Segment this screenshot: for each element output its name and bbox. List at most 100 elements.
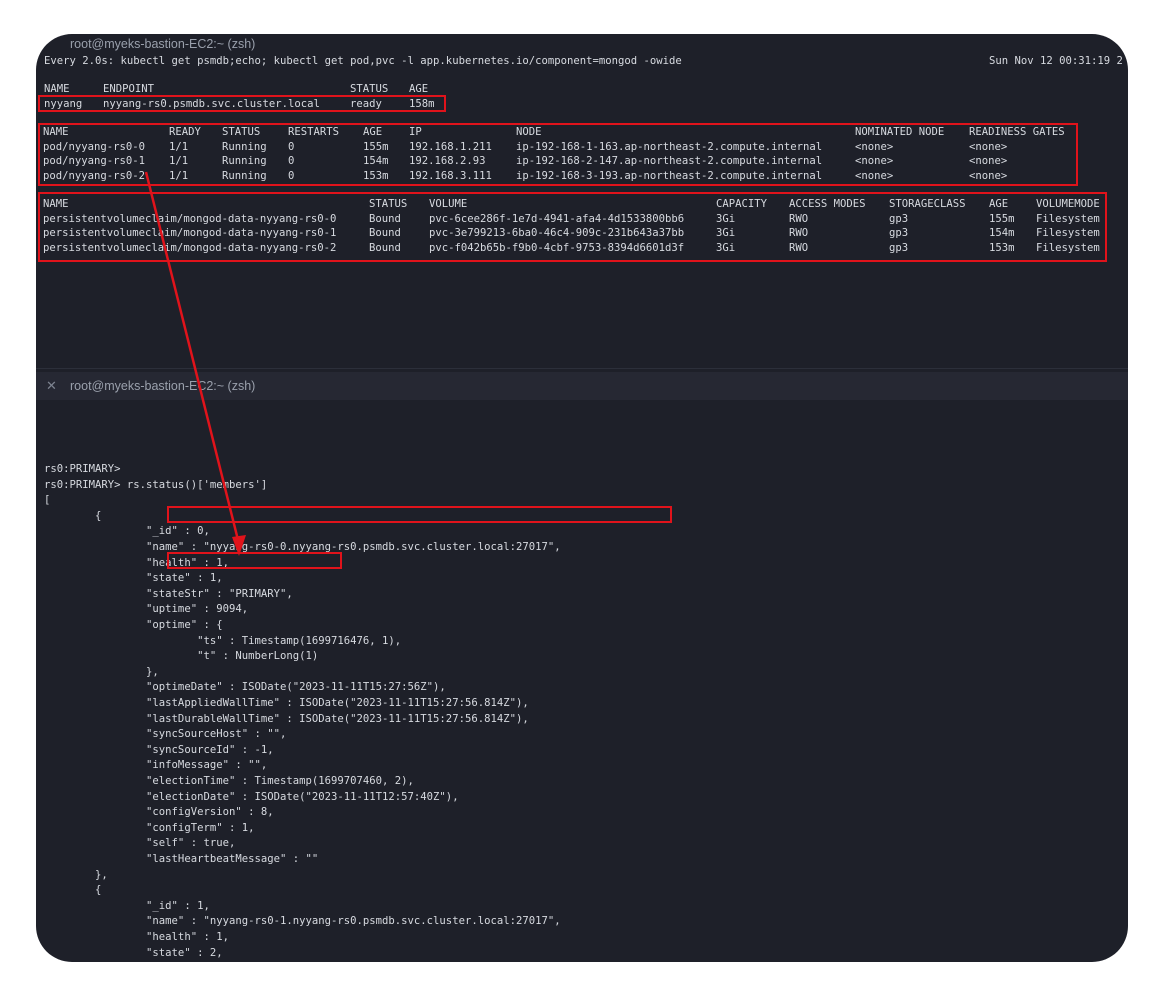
shell-output-line: "ts" : Timestamp(1699716476, 1),	[44, 634, 402, 647]
pod-cell: <none>	[855, 169, 894, 182]
pod-cell: 1/1	[169, 169, 189, 182]
shell-output-line: "_id" : 0,	[44, 525, 210, 538]
psmdb-cell: ready	[350, 97, 382, 110]
pvc-cell: RWO	[789, 241, 809, 254]
psmdb-cell: 158m	[409, 97, 435, 110]
pvc-cell: pvc-3e799213-6ba0-46c4-909c-231b643a37bb	[429, 227, 685, 239]
psmdb-row: nyyang nyyang-rs0.psmdb.svc.cluster.local…	[36, 97, 1128, 111]
pod-cell: NODE	[516, 126, 542, 138]
pod-cell: NOMINATED NODE	[855, 126, 945, 138]
pod-header-row: NAME READY STATUS RESTARTS AGE IP NODE NOMINATE…	[36, 125, 1128, 139]
pod-cell: pod/nyyang-rs0-1	[43, 155, 146, 167]
pod-cell: 153m	[363, 169, 389, 182]
pvc-cell: Filesystem	[1036, 212, 1100, 225]
pvc-row: persistentvolumeclaim/mongod-data-nyyang…	[36, 241, 1128, 255]
pvc-cell: AGE	[989, 198, 1009, 210]
shell-output-line: "lastAppliedWallTime" : ISODate("2023-11…	[44, 697, 529, 709]
pvc-cell: Bound	[369, 212, 401, 225]
pvc-cell: 154m	[989, 227, 1015, 239]
pvc-cell: RWO	[789, 227, 809, 239]
shell-output-line: "syncSourceId" : -1,	[44, 743, 274, 756]
pod-cell: ip-192-168-3-193.ap-northeast-2.compute.…	[516, 169, 823, 182]
psmdb-header-row: NAME ENDPOINT STATUS AGE	[36, 82, 1128, 96]
pvc-cell: persistentvolumeclaim/mongod-data-nyyang…	[43, 212, 337, 225]
shell-output-line: "state" : 2,	[44, 946, 223, 959]
pvc-cell: pvc-f042b65b-f9b0-4cbf-9753-8394d6601d3f	[429, 241, 685, 254]
bottom-pane-title: root@myeks-bastion-EC2:~ (zsh)	[70, 379, 256, 393]
shell-output-line: "health" : 1,	[44, 556, 229, 569]
pod-cell: pod/nyyang-rs0-2	[43, 169, 146, 182]
pvc-cell: VOLUMEMODE	[1036, 198, 1100, 210]
bottom-terminal-pane[interactable]: ✕ root@myeks-bastion-EC2:~ (zsh) rs0:PRI…	[36, 368, 1128, 962]
shell-output-line: "t" : NumberLong(1)	[44, 650, 319, 663]
pvc-cell: STATUS	[369, 198, 408, 210]
shell-output-line: "lastHeartbeatMessage" : ""	[44, 853, 319, 865]
shell-output-line: "electionTime" : Timestamp(1699707460, 2…	[44, 775, 414, 787]
pvc-cell: CAPACITY	[716, 198, 768, 210]
pod-cell: Running	[222, 140, 267, 153]
pvc-cell: persistentvolumeclaim/mongod-data-nyyang…	[43, 241, 337, 254]
shell-output-line: "stateStr" : "PRIMARY",	[44, 587, 293, 600]
pvc-cell: Filesystem	[1036, 241, 1100, 254]
shell-output-line: "uptime" : 9094,	[44, 603, 249, 616]
pod-cell: Running	[222, 155, 267, 167]
shell-output-line: "infoMessage" : "",	[44, 759, 268, 772]
pod-cell: <none>	[969, 155, 1008, 167]
pvc-cell: pvc-6cee286f-1e7d-4941-afa4-4d1533800bb6	[429, 212, 685, 225]
shell-output-line: "configTerm" : 1,	[44, 821, 255, 834]
pod-cell: 155m	[363, 140, 389, 153]
shell-output-line: },	[44, 665, 159, 678]
primary-name-highlight	[167, 506, 672, 523]
pvc-cell: VOLUME	[429, 198, 468, 210]
pod-cell: RESTARTS	[288, 126, 340, 138]
shell-output-line: "configVersion" : 8,	[44, 806, 274, 819]
pvc-cell: RWO	[789, 212, 809, 225]
shell-output-line: "stateStr" : "SECONDARY",	[44, 961, 306, 962]
pod-cell: 192.168.3.111	[409, 169, 492, 182]
top-pane-title: root@myeks-bastion-EC2:~ (zsh)	[70, 37, 256, 51]
psmdb-cell: nyyang-rs0.psmdb.svc.cluster.local	[103, 97, 320, 110]
close-pane-icon[interactable]: ✕	[46, 372, 57, 400]
pvc-cell: Bound	[369, 227, 401, 239]
pvc-cell: 3Gi	[716, 227, 736, 239]
pvc-cell: Filesystem	[1036, 227, 1100, 239]
pod-cell: 154m	[363, 155, 389, 167]
shell-output-line: "_id" : 1,	[44, 899, 210, 912]
watch-command-line: Every 2.0s: kubectl get psmdb;echo; kube…	[44, 55, 682, 67]
shell-output-line: "name" : "nyyang-rs0-1.nyyang-rs0.psmdb.…	[44, 915, 561, 928]
pvc-row: persistentvolumeclaim/mongod-data-nyyang…	[36, 226, 1128, 240]
pod-cell: 0	[288, 155, 295, 167]
pvc-cell: STORAGECLASS	[889, 198, 966, 210]
pvc-cell: gp3	[889, 241, 909, 254]
pod-cell: 0	[288, 140, 295, 153]
shell-output-line: },	[44, 868, 108, 881]
pod-cell: 192.168.2.93	[409, 155, 486, 167]
psmdb-cell: AGE	[409, 83, 429, 95]
pvc-cell: ACCESS MODES	[789, 198, 866, 210]
shell-output-line: "electionDate" : ISODate("2023-11-11T12:…	[44, 790, 459, 803]
watch-timestamp: Sun Nov 12 00:31:19 2	[989, 55, 1123, 67]
pod-row: pod/nyyang-rs0-1 1/1 Running 0 154m 192.168.2…	[36, 154, 1128, 168]
pod-cell: STATUS	[222, 126, 261, 138]
pod-cell: ip-192-168-1-163.ap-northeast-2.compute.…	[516, 140, 823, 153]
pod-cell: <none>	[855, 155, 894, 167]
shell-output-line: "name" : "nyyang-rs0-0.nyyang-rs0.psmdb.…	[44, 541, 561, 553]
shell-output-line: "state" : 1,	[44, 572, 223, 585]
pvc-cell: 3Gi	[716, 212, 736, 225]
psmdb-cell: NAME	[44, 83, 70, 95]
pod-cell: 1/1	[169, 155, 189, 167]
terminal-window: root@myeks-bastion-EC2:~ (zsh) Every 2.0…	[36, 34, 1128, 962]
pvc-cell: gp3	[889, 212, 909, 225]
top-terminal-pane[interactable]: root@myeks-bastion-EC2:~ (zsh) Every 2.0…	[36, 34, 1128, 368]
shell-output-line: "health" : 1,	[44, 931, 229, 943]
top-pane-titlebar: root@myeks-bastion-EC2:~ (zsh)	[36, 34, 1128, 54]
pvc-cell: NAME	[43, 198, 69, 210]
pod-row: pod/nyyang-rs0-2 1/1 Running 0 153m 192.168.3…	[36, 169, 1128, 183]
pod-cell: 0	[288, 169, 295, 182]
pod-cell: IP	[409, 126, 422, 138]
shell-output-line: {	[44, 884, 102, 897]
pvc-header-row: NAME STATUS VOLUME CAPACITY ACCESS MODES STOR…	[36, 197, 1128, 211]
pvc-cell: persistentvolumeclaim/mongod-data-nyyang…	[43, 227, 337, 239]
shell-output-line: {	[44, 509, 102, 522]
pvc-cell: Bound	[369, 241, 401, 254]
